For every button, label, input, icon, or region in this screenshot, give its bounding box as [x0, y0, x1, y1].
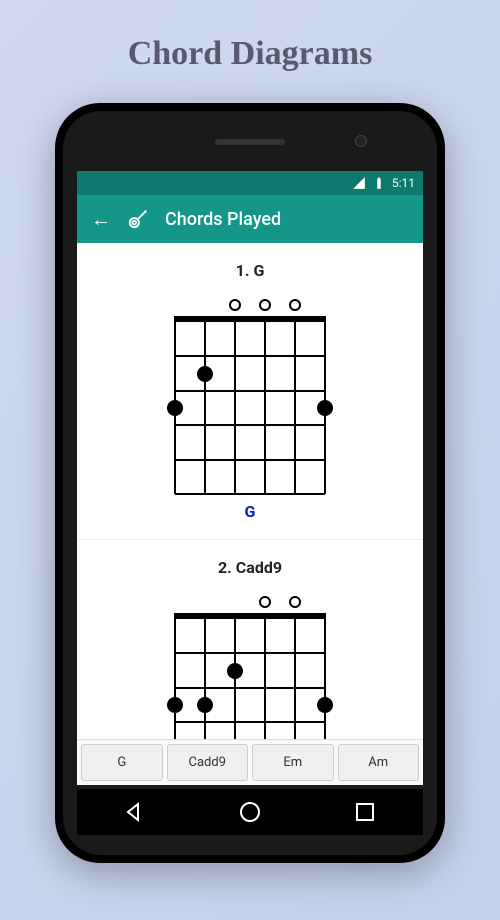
- open-string-marker: [229, 299, 241, 311]
- android-nav-bar: [77, 789, 423, 835]
- fret-line: [175, 493, 325, 495]
- string-line: [174, 613, 176, 739]
- chord-title: 1. G: [236, 261, 265, 280]
- open-string-marker: [259, 596, 271, 608]
- finger-dot: [197, 697, 213, 713]
- chord-diagram: [175, 296, 325, 494]
- chord-tab-button[interactable]: Cadd9: [167, 744, 249, 781]
- chord-tab-bar: GCadd9EmAm: [77, 739, 423, 785]
- nut: [175, 613, 325, 619]
- string-line: [264, 613, 266, 739]
- finger-dot: [317, 400, 333, 416]
- finger-dot: [227, 663, 243, 679]
- fretboard: [175, 613, 325, 739]
- chord-title: 2. Cadd9: [218, 558, 282, 577]
- chord-tab-button[interactable]: Em: [252, 744, 334, 781]
- finger-dot: [197, 366, 213, 382]
- fret-line: [175, 459, 325, 461]
- phone-speaker: [215, 139, 285, 145]
- string-line: [294, 316, 296, 494]
- finger-dot: [317, 697, 333, 713]
- open-string-row: [175, 296, 325, 316]
- finger-dot: [167, 400, 183, 416]
- fret-line: [175, 424, 325, 426]
- fret-line: [175, 721, 325, 723]
- page-title: Chord Diagrams: [128, 35, 373, 73]
- phone-camera: [355, 135, 367, 147]
- app-bar: ← Chords Played: [77, 195, 423, 243]
- content-area[interactable]: 1. G G 2. Cadd9: [77, 243, 423, 739]
- chord-label: G: [245, 502, 256, 521]
- guitar-icon: [127, 208, 149, 230]
- nav-back-button[interactable]: [123, 800, 147, 824]
- fret-line: [175, 687, 325, 689]
- chord-section: 2. Cadd9: [77, 540, 423, 739]
- open-string-marker: [259, 299, 271, 311]
- chord-tab-button[interactable]: G: [81, 744, 163, 781]
- chord-diagram: [175, 593, 325, 739]
- battery-icon: [372, 176, 386, 190]
- app-title: Chords Played: [165, 209, 281, 230]
- chord-section: 1. G G: [77, 243, 423, 540]
- string-line: [234, 316, 236, 494]
- nav-recent-button[interactable]: [353, 800, 377, 824]
- string-line: [324, 613, 326, 739]
- string-line: [204, 316, 206, 494]
- nut: [175, 316, 325, 322]
- fret-line: [175, 355, 325, 357]
- phone-frame: 5:11 ← Chords Played 1. GG2. Cadd9 GCadd…: [55, 103, 445, 863]
- phone-bezel: 5:11 ← Chords Played 1. GG2. Cadd9 GCadd…: [63, 111, 437, 855]
- string-line: [294, 613, 296, 739]
- string-line: [204, 613, 206, 739]
- status-time: 5:11: [392, 176, 415, 190]
- string-line: [264, 316, 266, 494]
- finger-dot: [167, 697, 183, 713]
- screen: 5:11 ← Chords Played 1. GG2. Cadd9 GCadd…: [77, 171, 423, 785]
- chord-tab-button[interactable]: Am: [338, 744, 420, 781]
- nav-home-button[interactable]: [238, 800, 262, 824]
- back-button[interactable]: ←: [91, 207, 111, 232]
- open-string-marker: [289, 596, 301, 608]
- open-string-row: [175, 593, 325, 613]
- fretboard: [175, 316, 325, 494]
- status-bar: 5:11: [77, 171, 423, 195]
- fret-line: [175, 652, 325, 654]
- open-string-marker: [289, 299, 301, 311]
- fret-line: [175, 390, 325, 392]
- signal-icon: [352, 176, 366, 190]
